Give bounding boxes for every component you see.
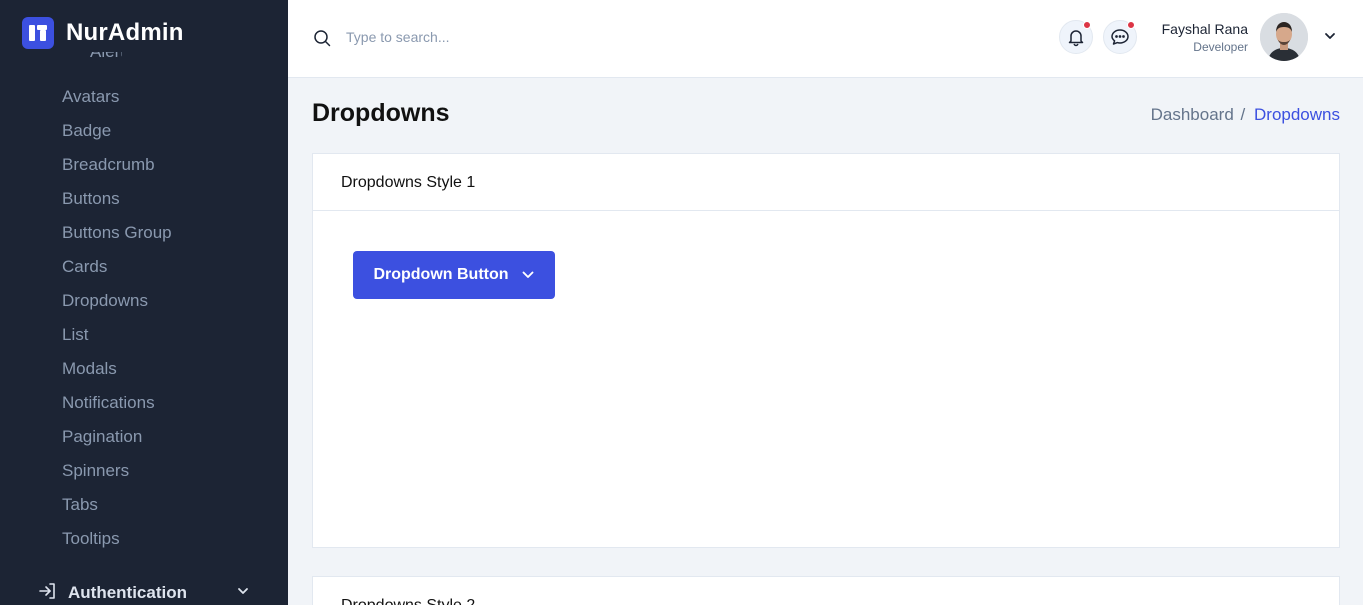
card-dropdowns-style-2: Dropdowns Style 2 [312,576,1340,605]
notification-dot [1083,21,1091,29]
dropdown-button-label: Dropdown Button [373,266,509,283]
bell-icon [1068,30,1084,47]
card-dropdowns-style-1: Dropdowns Style 1 Dropdown Button [312,153,1340,548]
sidebar-item-cut-label: Alerts [90,52,122,62]
sidebar-item-cards[interactable]: Cards [62,250,172,284]
sidebar-item-tooltips[interactable]: Tooltips [62,522,172,556]
sidebar-item-notifications[interactable]: Notifications [62,386,172,420]
card-title: Dropdowns Style 1 [313,154,1339,211]
user-role: Developer [1193,40,1248,54]
sidebar: NurAdmin Alerts Avatars Badge Breadcrumb… [0,0,288,605]
chat-icon [1111,29,1129,45]
chevron-down-icon [236,584,250,603]
sidebar-item-modals[interactable]: Modals [62,352,172,386]
breadcrumb: Dashboard / Dropdowns [1151,105,1340,125]
sidebar-section-authentication[interactable]: Authentication [38,580,250,605]
sidebar-item-breadcrumb[interactable]: Breadcrumb [62,148,172,182]
sidebar-item-spinners[interactable]: Spinners [62,454,172,488]
top-header: Fayshal Rana Developer [288,0,1363,78]
sidebar-item-buttons[interactable]: Buttons [62,182,172,216]
brand-mark-icon [22,17,54,49]
notifications-button[interactable] [1059,20,1093,54]
page-title: Dropdowns [312,99,450,127]
sidebar-item-tabs[interactable]: Tabs [62,488,172,522]
card-title: Dropdowns Style 2 [313,577,1339,605]
sidebar-item-dropdowns[interactable]: Dropdowns [62,284,172,318]
login-icon [38,581,58,605]
message-dot [1127,21,1135,29]
sidebar-item-badge[interactable]: Badge [62,114,172,148]
chevron-down-icon[interactable] [1323,29,1337,48]
sidebar-item-avatars[interactable]: Avatars [62,80,172,114]
breadcrumb-current: Dropdowns [1254,105,1340,124]
search-icon[interactable] [312,28,332,53]
brand-name: NurAdmin [66,19,184,46]
messages-button[interactable] [1103,20,1137,54]
sidebar-item-buttons-group[interactable]: Buttons Group [62,216,172,250]
search-input[interactable] [346,24,646,50]
brand-logo[interactable]: NurAdmin [22,17,184,49]
chevron-down-icon [522,271,533,278]
user-name: Fayshal Rana [1161,21,1248,37]
sidebar-section-label: Authentication [68,583,187,602]
avatar[interactable] [1260,13,1308,61]
sidebar-menu: Avatars Badge Breadcrumb Buttons Buttons… [62,80,172,556]
breadcrumb-separator: / [1240,105,1246,124]
sidebar-item-list[interactable]: List [62,318,172,352]
dropdown-button[interactable]: Dropdown Button [353,251,555,299]
breadcrumb-home-link[interactable]: Dashboard [1151,105,1234,124]
sidebar-item-cut: Alerts [62,52,122,68]
sidebar-item-pagination[interactable]: Pagination [62,420,172,454]
